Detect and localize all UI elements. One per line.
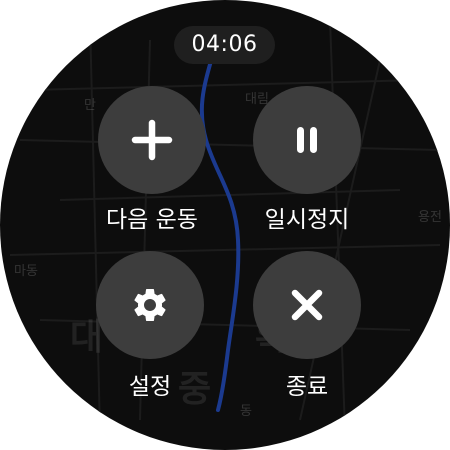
watch-screen: 만 대림 용전 마동 대 확 중 동 04:06 다음 운동 일시정지 설정 종… [0,0,450,450]
time-display: 04:06 [174,26,275,64]
map-label: 동 [240,404,252,419]
settings-label: 설정 [128,374,172,400]
pause-label: 일시정지 [264,207,350,233]
next-workout-button[interactable] [98,86,206,194]
pause-icon [297,127,317,153]
map-label: 마동 [14,264,38,279]
settings-button[interactable] [96,251,204,359]
close-icon [291,289,323,321]
end-label: 종료 [285,374,329,400]
map-label: 용전 [418,210,442,225]
gear-icon [134,289,166,321]
map-label: 만 [84,98,96,113]
pause-button[interactable] [253,86,361,194]
next-workout-label: 다음 운동 [106,207,198,233]
end-button[interactable] [253,251,361,359]
plus-icon [131,119,173,161]
